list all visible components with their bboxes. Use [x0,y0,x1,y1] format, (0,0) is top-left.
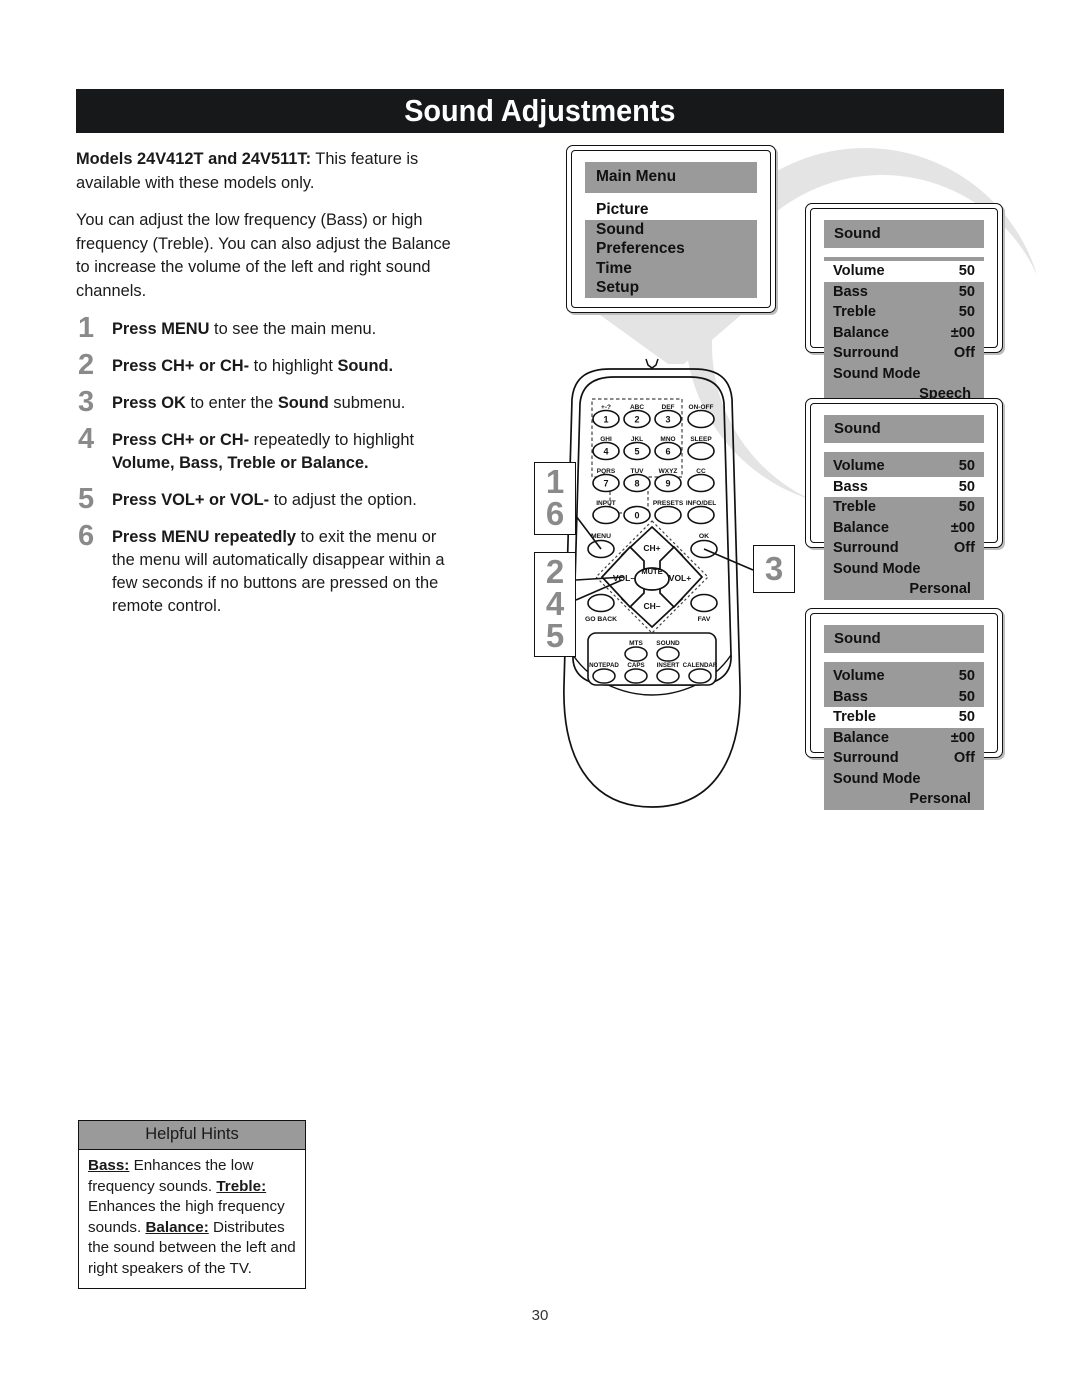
step-bold-1: Press CH+ or CH- [112,357,250,375]
step-plain-1: to adjust the option. [269,491,417,509]
helpful-hints-body: Bass: Enhances the low frequency sounds.… [79,1150,305,1288]
step-item: 6 Press MENU repeatedly to exit the menu… [76,520,454,618]
callout-number: 2 [545,553,565,590]
hint-term-bass: Bass: [88,1157,130,1174]
step-text: Press VOL+ or VOL- to adjust the option. [112,488,454,512]
helpful-hints-box: Helpful Hints Bass: Enhances the low fre… [78,1120,306,1289]
leader-line-ok [703,548,754,571]
step-bold-1: Press VOL+ or VOL- [112,491,270,509]
callout-number: 4 [545,585,565,622]
step-item: 2 Press CH+ or CH- to highlight Sound. [76,349,454,381]
step-item: 4 Press CH+ or CH- repeatedly to highlig… [76,423,454,475]
step-bold-1: Press OK [112,394,186,412]
page-title: Sound Adjustments [404,93,676,128]
instructions-column: Models 24V412T and 24V511T: This feature… [76,148,454,631]
callout-number: 5 [545,617,565,654]
step-bold-1: Press MENU [112,320,210,338]
manual-page: Sound Adjustments Models 24V412T and 24V… [0,0,1080,1397]
callout-number: 3 [764,550,784,587]
step-number: 3 [78,386,95,418]
leader-line-menu [575,515,602,550]
step-number: 1 [78,312,95,344]
callout-number: 6 [545,495,565,532]
page-number: 30 [531,1307,549,1324]
step-item: 5 Press VOL+ or VOL- to adjust the optio… [76,483,454,515]
illustration-area: Main Menu Picture Sound Preferences Time… [500,140,1052,870]
callout-box-nav: 2 4 5 [534,552,576,657]
intro-paragraph-1: Models 24V412T and 24V511T: This feature… [76,148,454,195]
step-text: Press MENU repeatedly to exit the menu o… [112,525,454,618]
step-number: 4 [78,423,95,455]
callout-number: 1 [545,463,565,500]
step-number: 2 [78,349,95,381]
intro-paragraph-2: You can adjust the low frequency (Bass) … [76,211,451,300]
step-bold-1: Press CH+ or CH- [112,431,250,449]
page-title-bar: Sound Adjustments [76,89,1004,133]
helpful-hints-heading: Helpful Hints [79,1121,305,1150]
step-text: Press CH+ or CH- repeatedly to highlight… [112,428,454,475]
step-plain-1: repeatedly to highlight [249,431,415,449]
step-plain-2: submenu. [328,394,406,412]
step-bold-2: Volume, Bass, Treble or Balance. [112,454,369,472]
step-plain-1: to highlight [249,357,338,375]
step-text: Press CH+ or CH- to highlight Sound. [112,354,454,378]
step-text: Press MENU to see the main menu. [112,317,454,341]
step-plain-1: to see the main menu. [209,320,377,338]
intro-models-label: Models 24V412T and 24V511T: [76,150,312,168]
callout-box-ok: 3 [753,545,795,593]
hint-term-balance: Balance: [145,1218,209,1236]
hint-term-treble: Treble: [216,1177,267,1195]
steps-list: 1 Press MENU to see the main menu. 2 Pre… [76,312,454,618]
callout-box-menu: 1 6 [534,462,576,535]
step-bold-2: Sound. [337,357,394,375]
leader-line-nav-2 [575,579,623,601]
callout-leader-lines [575,515,754,601]
step-bold-2: Sound [277,394,329,412]
leader-line-nav [575,576,625,581]
step-item: 1 Press MENU to see the main menu. [76,312,454,344]
step-plain-1: to enter the [185,394,278,412]
step-bold-1: Press MENU repeatedly [112,528,297,546]
step-text: Press OK to enter the Sound submenu. [112,391,454,415]
step-number: 5 [78,483,95,515]
step-item: 3 Press OK to enter the Sound submenu. [76,386,454,418]
step-number: 6 [78,520,95,552]
